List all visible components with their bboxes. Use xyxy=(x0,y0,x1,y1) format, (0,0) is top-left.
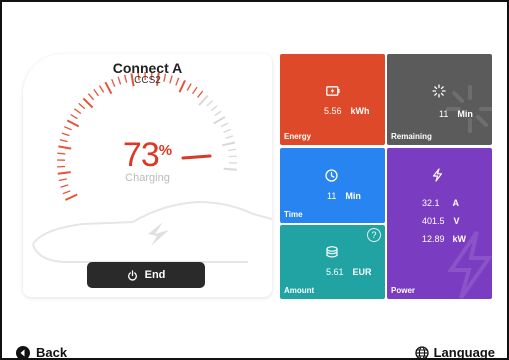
gauge-tick xyxy=(93,89,100,97)
gauge-tick xyxy=(98,85,105,93)
gauge-tick xyxy=(78,102,86,110)
energy-value: 5.56 xyxy=(324,106,342,116)
time-label: Time xyxy=(284,210,303,219)
gauge-tick xyxy=(82,97,94,109)
gauge-tick xyxy=(220,122,229,128)
loading-spinner-icon xyxy=(432,84,446,98)
power-icon xyxy=(127,269,137,281)
connector-name: Connect A xyxy=(112,60,183,76)
gauge-tick xyxy=(62,190,71,195)
power-output-value: 12.89 xyxy=(422,234,445,244)
clock-icon xyxy=(325,169,338,182)
back-arrow-icon xyxy=(16,345,30,360)
language-label: Language xyxy=(433,345,495,360)
remaining-value: 11 xyxy=(439,109,449,119)
charging-status-label: Charging xyxy=(125,172,170,184)
gauge-tick xyxy=(192,86,198,95)
power-voltage-value: 401.5 xyxy=(422,216,445,226)
remaining-tile: 11 Min Remaining xyxy=(387,54,492,145)
gauge-tick xyxy=(198,94,209,106)
power-current-unit: A xyxy=(452,198,460,208)
charging-status-card: Connect A CCS2 73% Charging End xyxy=(23,54,272,297)
lightning-icon xyxy=(432,168,443,182)
remaining-unit: Min xyxy=(457,109,473,119)
globe-icon xyxy=(414,345,429,360)
gauge-tick xyxy=(213,116,226,125)
power-tile: 32.1 A 401.5 V 12.89 kW Power xyxy=(387,148,492,299)
connector-type: CCS2 xyxy=(134,75,161,86)
gauge-tick xyxy=(60,184,69,188)
end-button-label: End xyxy=(144,269,166,281)
gauge-tick xyxy=(223,128,232,133)
time-tile: 11 Min Time xyxy=(280,148,385,223)
gauge-tick xyxy=(210,105,218,112)
gauge-tick xyxy=(214,110,222,117)
gauge-tick xyxy=(87,93,95,101)
remaining-label: Remaining xyxy=(391,132,432,141)
time-unit: Min xyxy=(345,191,361,201)
amount-tile: ? 5.61 EUR Amount xyxy=(280,225,385,299)
amount-unit: EUR xyxy=(352,267,372,277)
back-label: Back xyxy=(36,345,68,360)
charge-percent-value: 73 xyxy=(122,136,160,174)
battery-charging-icon xyxy=(326,86,340,96)
amount-help-button[interactable]: ? xyxy=(367,228,381,242)
gauge-tick xyxy=(66,119,80,128)
gauge-tick xyxy=(197,90,204,98)
amount-label: Amount xyxy=(284,286,315,295)
amount-value: 5.61 xyxy=(326,267,344,277)
charge-percent-sign: % xyxy=(158,142,173,159)
charge-percent: 73% xyxy=(23,136,272,175)
coins-icon xyxy=(326,246,338,258)
language-button[interactable]: Language xyxy=(414,345,495,360)
power-output-unit: kW xyxy=(452,234,467,244)
power-current-value: 32.1 xyxy=(422,198,440,208)
gauge-tick xyxy=(70,113,78,120)
gauge-tick xyxy=(206,100,214,107)
car-silhouette-icon xyxy=(32,200,272,263)
gauge-tick xyxy=(64,193,78,201)
power-label: Power xyxy=(391,286,416,295)
energy-unit: kWh xyxy=(350,106,370,116)
time-value: 11 xyxy=(327,191,337,201)
power-voltage-unit: V xyxy=(453,216,460,226)
gauge-tick xyxy=(63,126,72,131)
energy-tile: 5.56 kWh Energy xyxy=(280,54,385,145)
back-button[interactable]: Back xyxy=(16,345,67,360)
end-button[interactable]: End xyxy=(87,262,205,288)
energy-label: Energy xyxy=(284,132,312,141)
gauge-tick xyxy=(74,108,82,115)
